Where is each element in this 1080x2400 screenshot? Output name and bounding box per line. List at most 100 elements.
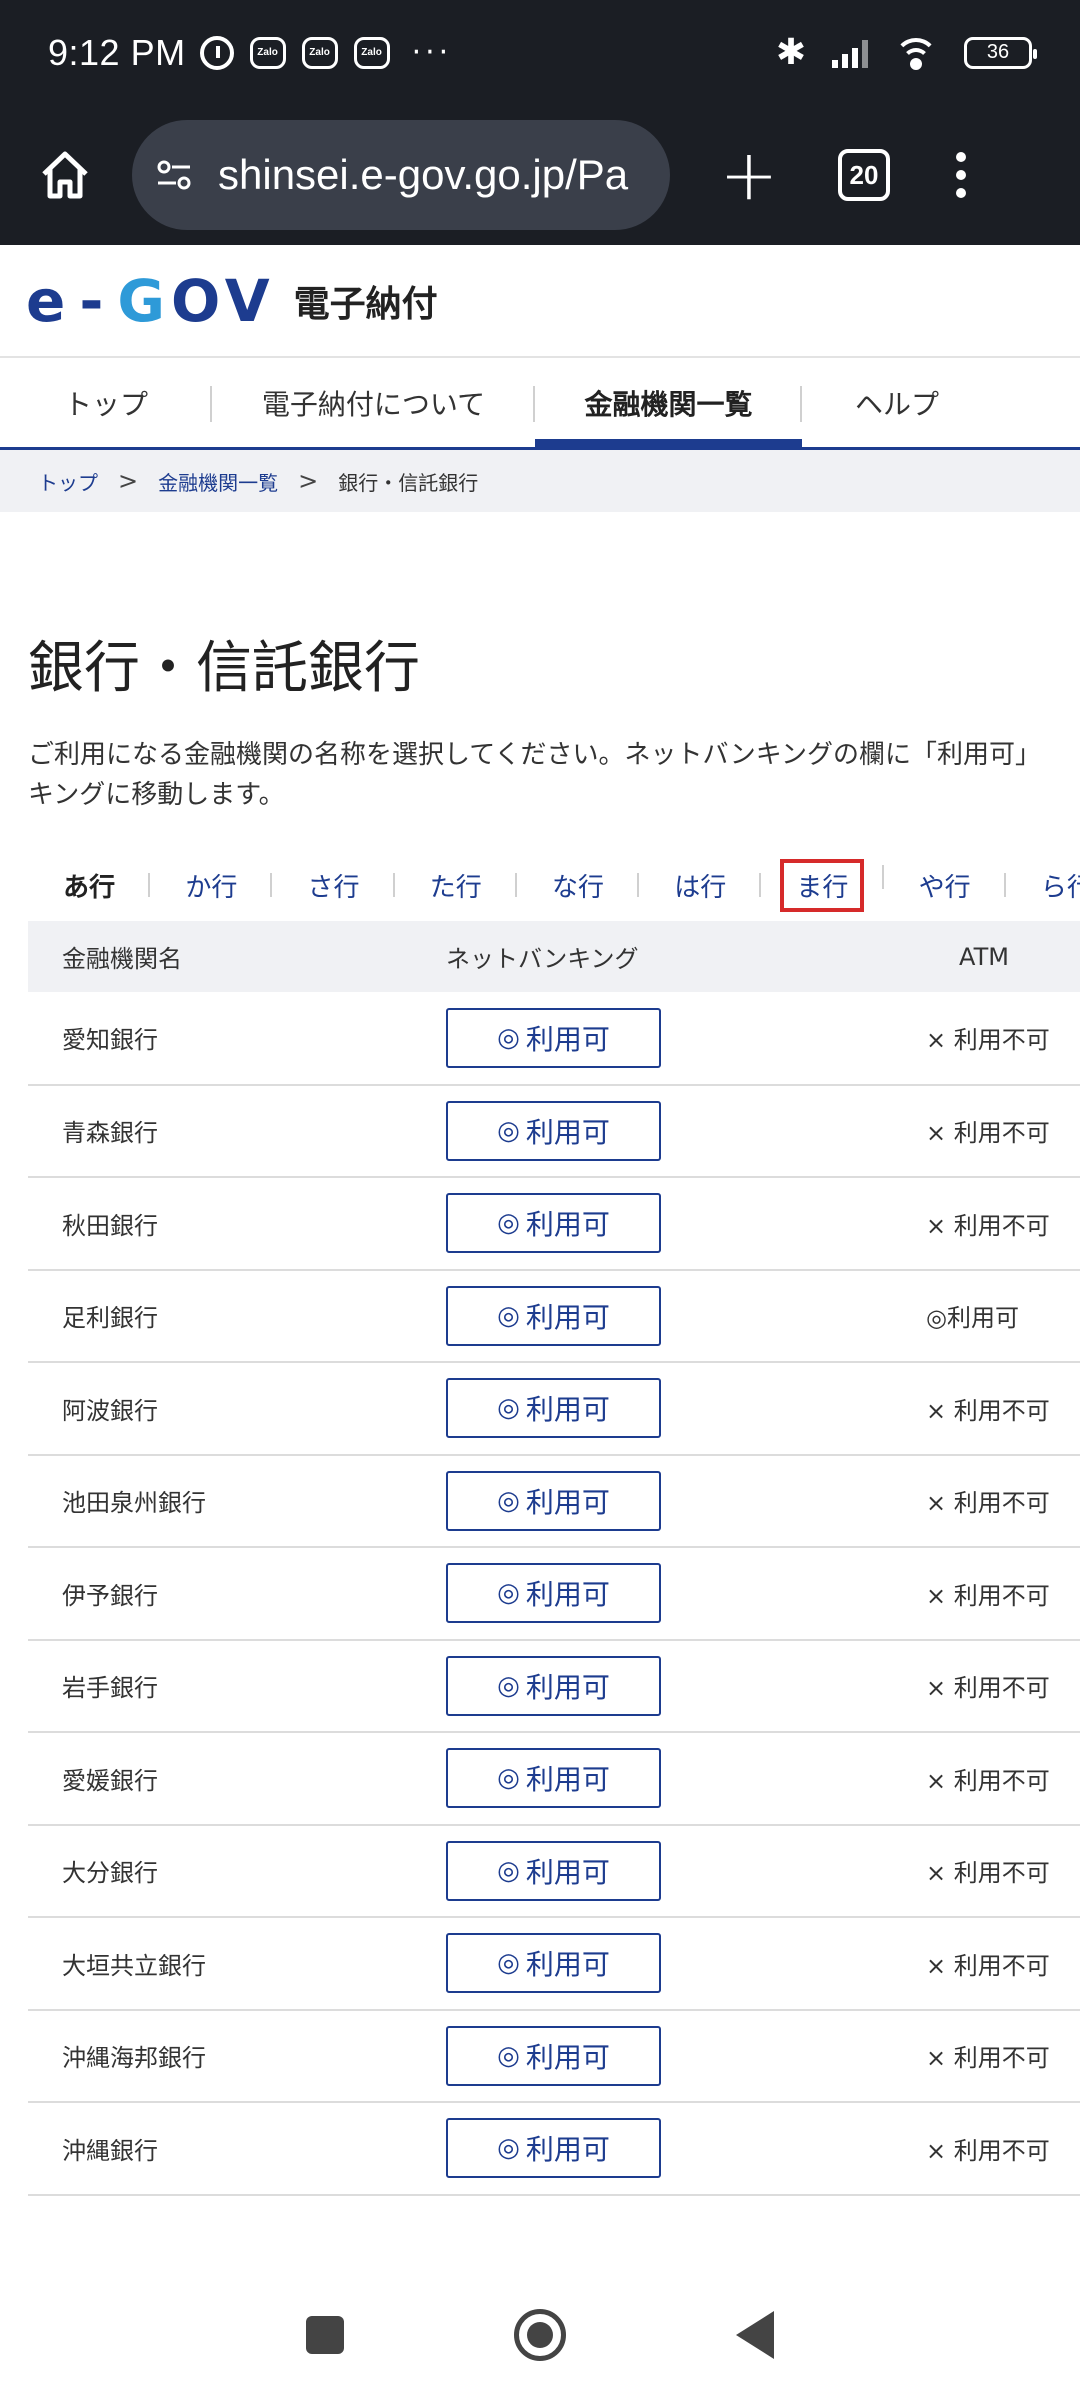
back-button[interactable] <box>736 2311 774 2359</box>
net-banking-available-button[interactable]: ◎ 利用可 <box>446 1100 661 1161</box>
kana-tab-ta[interactable]: た行 <box>395 867 518 904</box>
home-button[interactable] <box>30 140 100 210</box>
net-banking-label: 利用可 <box>525 1300 610 1334</box>
table-row: 岩手銀行 ◎ 利用可 × 利用不可 <box>28 1639 1080 1733</box>
atm-status: × 利用不可 <box>870 2009 1080 2103</box>
address-bar[interactable]: shinsei.e-gov.go.jp/Pa <box>132 120 670 230</box>
net-banking-available-button[interactable]: ◎ 利用可 <box>446 1378 661 1439</box>
net-banking-cell: ◎ 利用可 <box>416 992 870 1086</box>
table-row: 愛媛銀行 ◎ 利用可 × 利用不可 <box>28 1732 1080 1826</box>
bank-name[interactable]: 岩手銀行 <box>28 1639 416 1733</box>
atm-status: × 利用不可 <box>870 1177 1080 1271</box>
bank-name[interactable]: 愛知銀行 <box>28 992 416 1086</box>
recent-apps-button[interactable] <box>306 2316 344 2354</box>
header-net-banking: ネットバンキング <box>416 921 870 992</box>
page-title: 銀行・信託銀行 <box>28 636 420 701</box>
nav-about-e-payment[interactable]: 電子納付について <box>212 358 535 447</box>
atm-status: × 利用不可 <box>870 1454 1080 1548</box>
net-banking-available-button[interactable]: ◎ 利用可 <box>446 2118 661 2179</box>
kana-tab-ma[interactable]: ま行 <box>761 858 884 912</box>
breadcrumb-top[interactable]: トップ <box>38 467 98 496</box>
net-banking-cell: ◎ 利用可 <box>416 1084 870 1178</box>
net-banking-available-button[interactable]: ◎ 利用可 <box>446 1470 661 1531</box>
zalo-notification-icon: Zalo <box>249 36 286 69</box>
table-row: 秋田銀行 ◎ 利用可 × 利用不可 <box>28 1177 1080 1271</box>
web-page: e - G OV 電子納付 トップ 電子納付について 金融機関一覧 ヘルプ トッ… <box>0 245 1080 2270</box>
bank-name[interactable]: 足利銀行 <box>28 1269 416 1363</box>
header-bank-name: 金融機関名 <box>28 921 416 992</box>
available-mark-icon: ◎ <box>497 1022 520 1053</box>
bank-name[interactable]: 沖縄銀行 <box>28 2102 416 2196</box>
available-mark-icon: ◎ <box>497 1855 520 1886</box>
url-text: shinsei.e-gov.go.jp/Pa <box>218 151 629 198</box>
battery-icon: 36 <box>964 36 1037 69</box>
breadcrumb-institutions[interactable]: 金融機関一覧 <box>158 467 278 496</box>
kana-index-tabs: あ行 か行 さ行 た行 な行 は行 ま行 や行 ら行 <box>28 857 1080 913</box>
net-banking-cell: ◎ 利用可 <box>416 1547 870 1641</box>
table-row: 伊予銀行 ◎ 利用可 × 利用不可 <box>28 1547 1080 1641</box>
kana-tab-na[interactable]: な行 <box>517 867 640 904</box>
net-banking-label: 利用可 <box>525 2040 610 2074</box>
net-banking-label: 利用可 <box>525 1022 610 1056</box>
system-navigation-bar <box>0 2270 1080 2400</box>
nav-top[interactable]: トップ <box>0 358 212 447</box>
atm-status: × 利用不可 <box>870 1917 1080 2011</box>
bank-name[interactable]: 大分銀行 <box>28 1824 416 1918</box>
net-banking-available-button[interactable]: ◎ 利用可 <box>446 1007 661 1068</box>
net-banking-cell: ◎ 利用可 <box>416 1362 870 1456</box>
net-banking-cell: ◎ 利用可 <box>416 2102 870 2196</box>
site-header: e - G OV 電子納付 <box>0 245 1080 358</box>
available-mark-icon: ◎ <box>497 1485 520 1516</box>
bank-table: 金融機関名 ネットバンキング ATM 愛知銀行 ◎ 利用可 × 利用不可 青森銀行 ◎ 利用… <box>28 921 1080 2196</box>
nav-help[interactable]: ヘルプ <box>802 358 992 447</box>
net-banking-available-button[interactable]: ◎ 利用可 <box>446 1748 661 1809</box>
available-mark-icon: ◎ <box>497 2040 520 2071</box>
kana-tab-ra[interactable]: ら行 <box>1006 867 1080 904</box>
available-mark-icon: ◎ <box>497 1763 520 1794</box>
net-banking-available-button[interactable]: ◎ 利用可 <box>446 1285 661 1346</box>
bank-name[interactable]: 池田泉州銀行 <box>28 1454 416 1548</box>
bank-name[interactable]: 阿波銀行 <box>28 1362 416 1456</box>
table-row: 大垣共立銀行 ◎ 利用可 × 利用不可 <box>28 1917 1080 2011</box>
available-mark-icon: ◎ <box>497 1948 520 1979</box>
nav-financial-institutions[interactable]: 金融機関一覧 <box>535 358 802 447</box>
net-banking-available-button[interactable]: ◎ 利用可 <box>446 1840 661 1901</box>
bank-name[interactable]: 大垣共立銀行 <box>28 1917 416 2011</box>
browser-menu-button[interactable] <box>956 152 966 198</box>
bank-name[interactable]: 沖縄海邦銀行 <box>28 2009 416 2103</box>
net-banking-label: 利用可 <box>525 1393 610 1427</box>
atm-status: × 利用不可 <box>870 2102 1080 2196</box>
kana-tab-ha[interactable]: は行 <box>639 867 762 904</box>
bank-name[interactable]: 青森銀行 <box>28 1084 416 1178</box>
table-row: 愛知銀行 ◎ 利用可 × 利用不可 <box>28 992 1080 1086</box>
net-banking-available-button[interactable]: ◎ 利用可 <box>446 1193 661 1254</box>
kana-tab-sa[interactable]: さ行 <box>272 867 395 904</box>
egov-logo[interactable]: e - G OV <box>26 267 276 335</box>
bank-name[interactable]: 愛媛銀行 <box>28 1732 416 1826</box>
kana-tab-ya[interactable]: や行 <box>884 867 1006 904</box>
net-banking-available-button[interactable]: ◎ 利用可 <box>446 1933 661 1994</box>
home-nav-button[interactable] <box>514 2309 566 2361</box>
table-row: 沖縄銀行 ◎ 利用可 × 利用不可 <box>28 2102 1080 2196</box>
atm-status: × 利用不可 <box>870 1639 1080 1733</box>
net-banking-available-button[interactable]: ◎ 利用可 <box>446 1655 661 1716</box>
net-banking-available-button[interactable]: ◎ 利用可 <box>446 1563 661 1624</box>
bank-name[interactable]: 秋田銀行 <box>28 1177 416 1271</box>
tab-switcher-button[interactable]: 20 <box>838 149 890 201</box>
available-mark-icon: ◎ <box>497 1300 520 1331</box>
bank-name[interactable]: 伊予銀行 <box>28 1547 416 1641</box>
atm-status: ◎利用可 <box>870 1269 1080 1363</box>
net-banking-label: 利用可 <box>525 1948 610 1982</box>
net-banking-cell: ◎ 利用可 <box>416 1824 870 1918</box>
table-row: 沖縄海邦銀行 ◎ 利用可 × 利用不可 <box>28 2009 1080 2103</box>
kana-tab-a[interactable]: あ行 <box>28 867 151 904</box>
net-banking-label: 利用可 <box>525 1578 610 1612</box>
net-banking-label: 利用可 <box>525 1485 610 1519</box>
kana-tab-ka[interactable]: か行 <box>150 867 273 904</box>
new-tab-button[interactable]: + <box>714 140 784 210</box>
more-notifications-icon: ··· <box>411 35 453 70</box>
net-banking-available-button[interactable]: ◎ 利用可 <box>446 2025 661 2086</box>
site-settings-icon[interactable] <box>154 155 194 195</box>
header-atm: ATM <box>870 921 1080 992</box>
available-mark-icon: ◎ <box>497 1115 520 1146</box>
